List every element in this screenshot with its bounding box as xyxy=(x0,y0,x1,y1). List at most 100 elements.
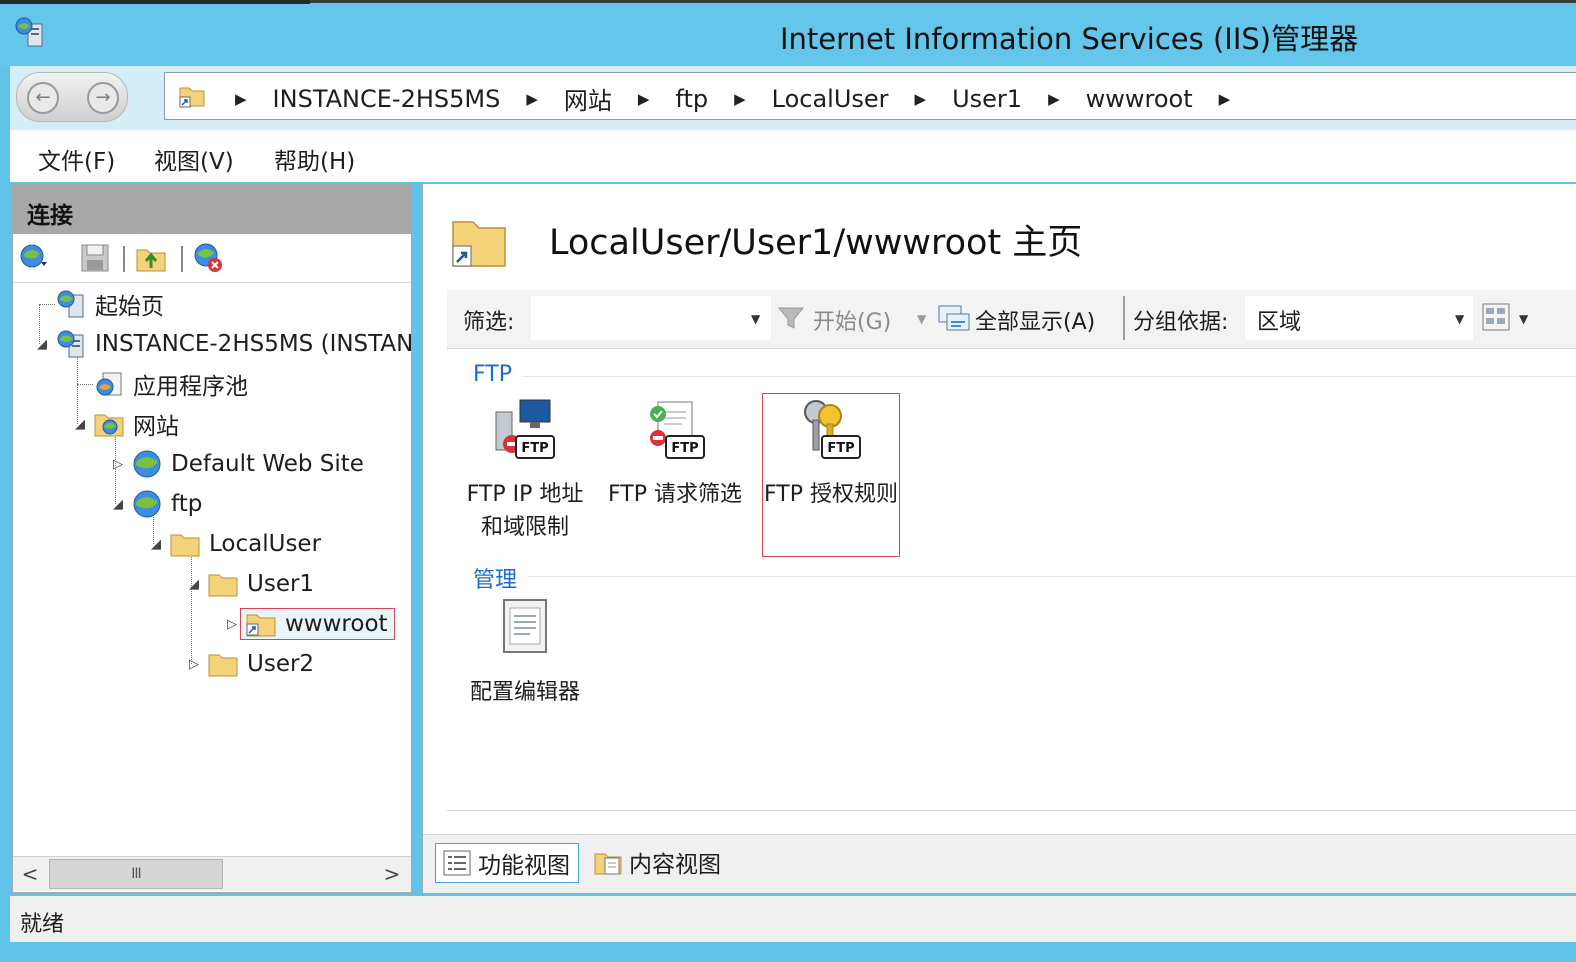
tree-node-server[interactable]: ◢ INSTANCE-2HS5MS (INSTANCE-2HS5MS\Admin… xyxy=(33,324,411,364)
tree-node-default-web-site[interactable]: ▷ Default Web Site xyxy=(109,444,364,484)
scroll-right-arrow[interactable]: > xyxy=(375,857,409,891)
breadcrumb-separator-icon[interactable]: ▶ xyxy=(624,90,664,108)
filter-label: 筛选: xyxy=(463,310,515,335)
svg-text:FTP: FTP xyxy=(521,441,548,456)
scroll-thumb[interactable]: III xyxy=(49,859,223,889)
disconnect-icon[interactable] xyxy=(193,242,225,274)
tab-content-view[interactable]: 内容视图 xyxy=(587,843,729,881)
svg-text:FTP: FTP xyxy=(827,441,854,456)
scroll-left-arrow[interactable]: < xyxy=(13,857,47,891)
connections-header: 连接 xyxy=(13,184,411,234)
tree-node-localuser[interactable]: ◢ LocalUser xyxy=(147,524,321,564)
tree-selection: wwwroot xyxy=(240,608,395,640)
connections-title: 连接 xyxy=(27,203,73,229)
tree-node-sites[interactable]: ◢ 网站 xyxy=(71,404,179,444)
config-editor-icon xyxy=(503,599,547,653)
window-top-border xyxy=(310,0,1576,3)
breadcrumb-item[interactable]: INSTANCE-2HS5MS xyxy=(261,85,513,113)
tree-expander[interactable]: ▷ xyxy=(223,617,241,632)
tree-expander[interactable]: ▷ xyxy=(185,657,203,672)
server-icon xyxy=(57,330,84,358)
tree-expander[interactable]: ◢ xyxy=(185,577,203,592)
tree-node-label: User1 xyxy=(247,571,315,597)
breadcrumb-item[interactable]: LocalUser xyxy=(760,85,901,113)
ftp-ip-restrictions-icon: FTP xyxy=(495,399,555,459)
up-folder-icon[interactable] xyxy=(135,242,167,274)
breadcrumb-item[interactable]: ftp xyxy=(663,85,720,113)
tree-expander[interactable]: ◢ xyxy=(71,417,89,432)
tree-node-user2[interactable]: ▷ User2 xyxy=(185,644,314,684)
feature-label: FTP 请求筛选 xyxy=(608,482,742,507)
tree-node-app-pools[interactable]: 应用程序池 xyxy=(71,364,248,404)
tree-node-start-page[interactable]: 起始页 xyxy=(33,284,164,324)
breadcrumb-separator-icon[interactable]: ▶ xyxy=(221,90,261,108)
connections-toolbar xyxy=(13,234,411,283)
toolbar-separator xyxy=(123,246,125,272)
tree-node-user1[interactable]: ◢ User1 xyxy=(185,564,314,604)
tree-node-ftp[interactable]: ◢ ftp xyxy=(109,484,202,524)
feature-ftp-ip-restrictions[interactable]: FTP FTP IP 地址和域限制 xyxy=(457,398,593,544)
breadcrumb-separator-icon[interactable]: ▶ xyxy=(1034,90,1074,108)
group-by-select[interactable]: 区域 xyxy=(1245,296,1473,340)
features-view-icon xyxy=(443,850,471,876)
breadcrumb-separator-icon[interactable]: ▶ xyxy=(901,90,941,108)
tab-label: 功能视图 xyxy=(478,853,570,879)
tree-node-label: LocalUser xyxy=(209,531,322,557)
forward-button[interactable]: → xyxy=(87,82,119,114)
tab-features-view[interactable]: 功能视图 xyxy=(435,843,579,883)
show-all-button[interactable]: 全部显示(A) xyxy=(975,304,1095,336)
tree-node-label: User2 xyxy=(247,651,315,677)
view-tabs: 功能视图 内容视图 xyxy=(423,834,1576,893)
breadcrumb-item[interactable]: User1 xyxy=(940,85,1034,113)
folder-icon xyxy=(208,654,238,677)
filter-start-button[interactable]: 开始(G) xyxy=(813,304,891,336)
tree-expander[interactable]: ◢ xyxy=(33,337,51,352)
address-bar[interactable]: ▶ INSTANCE-2HS5MS ▶ 网站 ▶ ftp ▶ LocalUser ▶ User1 ▶… xyxy=(164,72,1576,120)
virtual-dir-icon xyxy=(246,614,276,637)
back-button[interactable]: ← xyxy=(27,82,59,114)
group-divider xyxy=(527,576,1576,577)
menu-help[interactable]: 帮助(H) xyxy=(274,142,355,176)
taskbar-edge xyxy=(0,0,310,4)
feature-ftp-authorization-rules[interactable]: FTP FTP 授权规则 xyxy=(762,393,900,557)
horizontal-scrollbar[interactable]: < III > xyxy=(13,856,411,891)
view-mode-icon[interactable] xyxy=(1481,302,1513,332)
tree-node-label: 网站 xyxy=(133,414,179,440)
breadcrumb-item[interactable]: wwwroot xyxy=(1074,85,1205,113)
start-dropdown-icon[interactable]: ▼ xyxy=(917,312,926,326)
group-by-label: 分组依据: xyxy=(1133,310,1229,335)
breadcrumb-separator-icon[interactable]: ▶ xyxy=(1205,90,1245,108)
breadcrumb-separator-icon[interactable]: ▶ xyxy=(512,90,552,108)
iis-app-icon xyxy=(15,17,43,47)
window-title: Internet Information Services (IIS)管理器 xyxy=(780,22,1359,56)
connect-globe-icon[interactable] xyxy=(19,242,51,274)
feature-label: FTP 授权规则 xyxy=(764,482,898,507)
folder-icon xyxy=(170,534,200,557)
title-bar: Internet Information Services (IIS)管理器 xyxy=(0,0,1576,66)
breadcrumb-separator-icon[interactable]: ▶ xyxy=(720,90,760,108)
filter-separator xyxy=(1123,296,1125,340)
filter-dropdown-icon[interactable]: ▼ xyxy=(751,312,760,326)
filter-input[interactable] xyxy=(531,296,771,340)
menu-file[interactable]: 文件(F) xyxy=(38,142,115,176)
group-by-value: 区域 xyxy=(1257,310,1302,335)
svg-text:FTP: FTP xyxy=(671,441,698,456)
tree-node-label: Default Web Site xyxy=(171,451,364,477)
tree-expander[interactable]: ◢ xyxy=(147,537,165,552)
toolbar-separator xyxy=(181,246,183,272)
status-bar: 就绪 xyxy=(10,896,1576,942)
view-mode-dropdown-icon[interactable]: ▼ xyxy=(1519,312,1528,326)
tree-node-label: wwwroot xyxy=(285,611,388,637)
folder-icon xyxy=(208,574,238,597)
tree-expander[interactable]: ◢ xyxy=(109,497,127,512)
group-by-dropdown-icon[interactable]: ▼ xyxy=(1455,312,1464,326)
feature-config-editor[interactable]: 配置编辑器 xyxy=(457,596,593,709)
breadcrumb-item[interactable]: 网站 xyxy=(552,81,624,116)
tree-node-wwwroot[interactable]: ▷ wwwroot xyxy=(223,604,395,644)
menu-view[interactable]: 视图(V) xyxy=(154,142,234,176)
nav-buttons: ← → xyxy=(16,72,128,122)
save-icon[interactable] xyxy=(79,242,111,274)
tree-expander[interactable]: ▷ xyxy=(109,457,127,472)
content-view-icon xyxy=(594,853,622,875)
feature-ftp-request-filtering[interactable]: FTP FTP 请求筛选 xyxy=(607,398,743,511)
